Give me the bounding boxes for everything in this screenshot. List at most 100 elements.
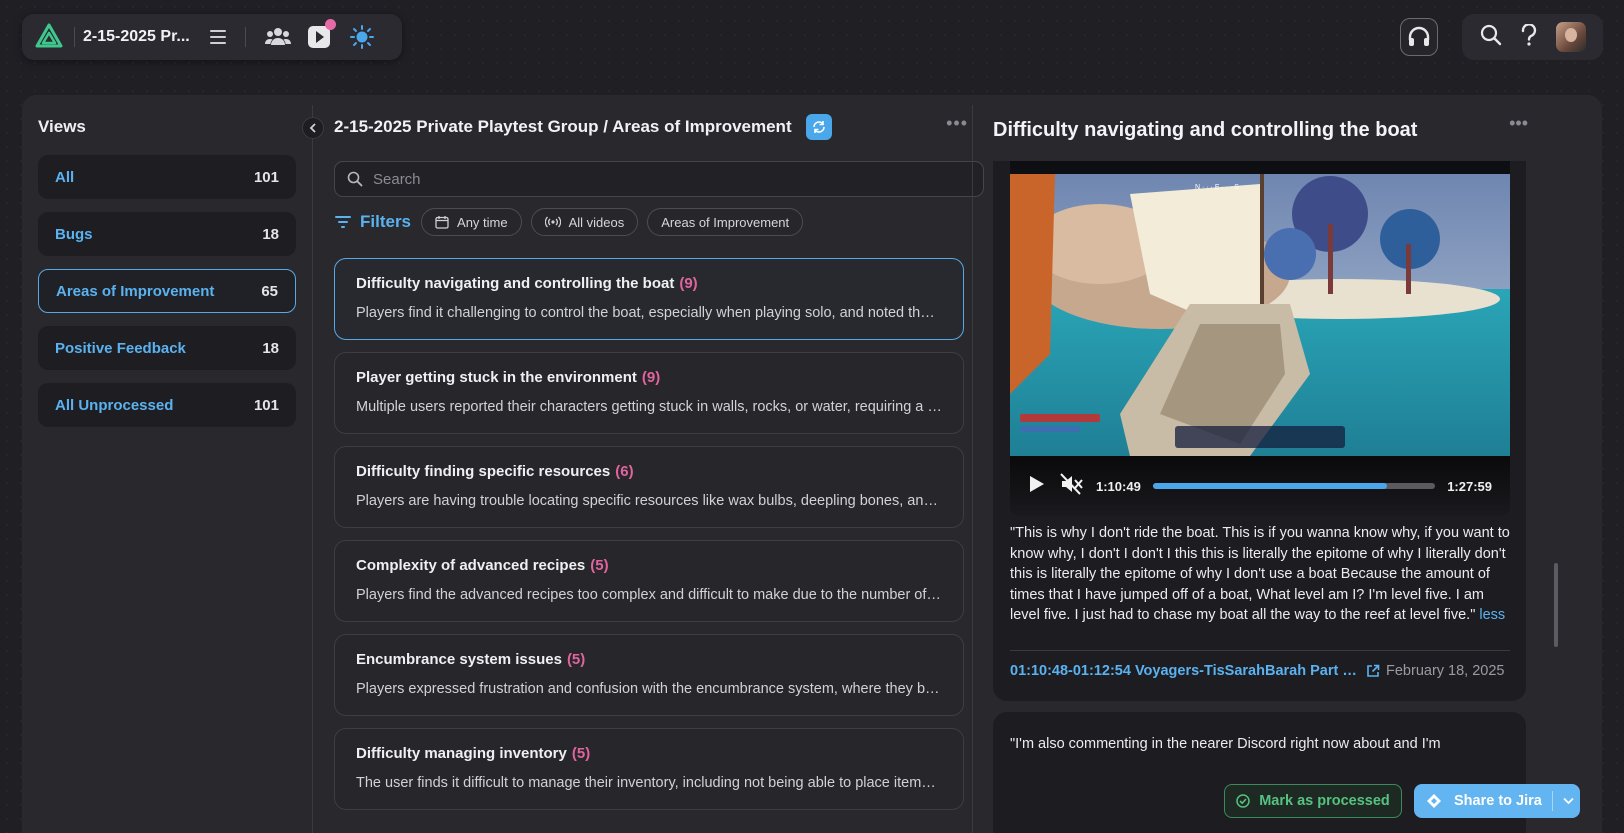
view-label: All <box>55 168 75 186</box>
detail-title: Difficulty navigating and controlling th… <box>993 119 1418 141</box>
transcript-quote: "This is why I don't ride the boat. This… <box>1010 523 1510 626</box>
filter-chip-videos[interactable]: All videos <box>530 208 639 236</box>
topbar: 2-15-2025 Pr... <box>22 14 402 60</box>
headphones-icon[interactable] <box>1400 18 1438 56</box>
view-label: Positive Feedback <box>55 339 186 357</box>
search-icon <box>347 171 363 187</box>
clip-date: February 18, 2025 <box>1386 663 1505 679</box>
card-title-row: Difficulty navigating and controlling th… <box>356 275 942 292</box>
insight-card[interactable]: Player getting stuck in the environment(… <box>334 352 964 434</box>
mark-processed-label: Mark as processed <box>1259 793 1390 809</box>
view-label: Areas of Improvement <box>56 282 215 300</box>
svg-text:N · · · E · · · S: N · · · E · · · S <box>1195 184 1239 191</box>
view-count: 101 <box>253 396 279 414</box>
insight-card[interactable]: Difficulty finding specific resources (6)… <box>334 446 964 528</box>
broadcast-icon <box>544 216 561 228</box>
insight-detail-panel: Difficulty navigating and controlling th… <box>993 95 1548 833</box>
clip-meta: 01:10:48-01:12:54 Voyagers-TisSarahBarah… <box>1010 663 1510 679</box>
card-count: (5) <box>571 745 591 762</box>
insight-card[interactable]: Encumbrance system issues (5) Players exp… <box>334 634 964 716</box>
quote-text: "This is why I don't ride the boat. This… <box>1010 525 1510 623</box>
scrollbar[interactable] <box>1554 563 1558 647</box>
jira-icon <box>1427 794 1441 808</box>
check-circle-icon <box>1236 794 1250 808</box>
clip-link[interactable]: 01:10:48-01:12:54 Voyagers-TisSarahBarah… <box>1010 663 1362 679</box>
quote-text: "I'm also commenting in the nearer Disco… <box>1010 736 1441 752</box>
logo-icon[interactable] <box>32 20 66 54</box>
search-icon[interactable] <box>1480 24 1502 51</box>
help-icon[interactable] <box>1521 22 1537 51</box>
play-icon[interactable] <box>1028 474 1046 499</box>
card-title: Difficulty navigating and controlling th… <box>356 275 675 292</box>
topbar-divider <box>245 27 246 47</box>
view-count: 18 <box>262 225 279 243</box>
chevron-down-icon[interactable] <box>1563 797 1574 805</box>
notification-dot <box>325 19 336 30</box>
clip-card: N · · · E · · · S 1:10:49 1:27:59 "This … <box>993 161 1526 701</box>
chevron-left-icon <box>309 123 316 133</box>
project-title[interactable]: 2-15-2025 Pr... <box>83 28 195 46</box>
views-sidebar: Views All 101 Bugs 18 Areas of Improveme… <box>22 95 312 833</box>
filter-chip-view[interactable]: Areas of Improvement <box>647 208 804 236</box>
mute-icon[interactable] <box>1060 472 1084 500</box>
mark-processed-button[interactable]: Mark as processed <box>1224 784 1402 818</box>
card-description: Players are having trouble locating spec… <box>356 493 942 509</box>
view-count: 65 <box>261 282 278 300</box>
insights-icon[interactable] <box>344 19 380 55</box>
card-description: Players expressed frustration and confus… <box>356 681 942 697</box>
menu-icon[interactable] <box>201 19 237 55</box>
card-title-row: Complexity of advanced recipes (5) <box>356 557 942 574</box>
card-title: Encumbrance system issues <box>356 651 562 668</box>
filter-icon[interactable] <box>334 214 352 230</box>
insight-card[interactable]: Difficulty navigating and controlling th… <box>334 258 964 340</box>
collapse-sidebar-button[interactable] <box>302 117 324 139</box>
card-title-row: Difficulty managing inventory (5) <box>356 745 942 762</box>
users-icon[interactable] <box>260 19 296 55</box>
view-item-areas-of-improvement[interactable]: Areas of Improvement 65 <box>38 269 296 313</box>
more-options-icon[interactable]: ••• <box>1509 113 1528 134</box>
view-count: 18 <box>262 339 279 357</box>
card-count: (5) <box>590 557 609 574</box>
filters-bar: Filters Any time All videos Areas of Imp… <box>334 207 994 237</box>
insight-card[interactable]: Difficulty managing inventory (5) The use… <box>334 728 964 810</box>
view-item-bugs[interactable]: Bugs 18 <box>38 212 296 256</box>
action-bar: Mark as processed Share to Jira <box>1224 784 1580 818</box>
card-description: Multiple users reported their characters… <box>356 399 942 415</box>
chip-label: All videos <box>568 214 625 230</box>
insight-card[interactable]: Complexity of advanced recipes (5) Player… <box>334 540 964 622</box>
card-title-row: Player getting stuck in the environment(… <box>356 369 942 386</box>
main-panel: Views All 101 Bugs 18 Areas of Improveme… <box>22 95 1602 833</box>
views-title: Views <box>38 117 86 136</box>
external-link-icon[interactable] <box>1366 664 1380 678</box>
share-to-jira-button[interactable]: Share to Jira <box>1414 784 1580 818</box>
card-description: Players find the advanced recipes too co… <box>356 587 942 603</box>
card-title: Difficulty managing inventory <box>356 745 567 762</box>
card-description: The user finds it difficult to manage th… <box>356 775 942 791</box>
filter-chip-time[interactable]: Any time <box>421 208 522 236</box>
video-controls: 1:10:49 1:27:59 <box>1010 456 1510 516</box>
duration: 1:27:59 <box>1447 478 1492 494</box>
view-item-all[interactable]: All 101 <box>38 155 296 199</box>
video-progress-fill <box>1152 483 1388 489</box>
card-title-row: Difficulty finding specific resources (6) <box>356 463 942 480</box>
sync-button[interactable] <box>805 114 832 140</box>
card-count: (9) <box>679 275 698 292</box>
card-title-row: Encumbrance system issues (5) <box>356 651 942 668</box>
video-frame: N · · · E · · · S <box>1010 174 1510 456</box>
view-item-all-unprocessed[interactable]: All Unprocessed 101 <box>38 383 296 427</box>
show-less-link[interactable]: less <box>1479 607 1505 623</box>
view-item-positive-feedback[interactable]: Positive Feedback 18 <box>38 326 296 370</box>
search-field[interactable] <box>334 161 984 197</box>
search-input[interactable] <box>373 170 953 188</box>
view-label: All Unprocessed <box>55 396 174 414</box>
play-icon[interactable] <box>302 19 338 55</box>
video-progress-bar[interactable] <box>1152 483 1436 489</box>
avatar[interactable] <box>1555 22 1586 52</box>
insight-card-list: Difficulty navigating and controlling th… <box>334 258 994 810</box>
video-player[interactable]: N · · · E · · · S 1:10:49 1:27:59 <box>1010 161 1510 516</box>
more-options-icon[interactable]: ••• <box>946 113 968 134</box>
filters-button[interactable]: Filters <box>360 212 411 232</box>
insights-list-panel: 2-15-2025 Private Playtest Group / Areas… <box>334 95 994 833</box>
calendar-icon <box>435 216 449 229</box>
topbar-right-group <box>1462 14 1603 60</box>
